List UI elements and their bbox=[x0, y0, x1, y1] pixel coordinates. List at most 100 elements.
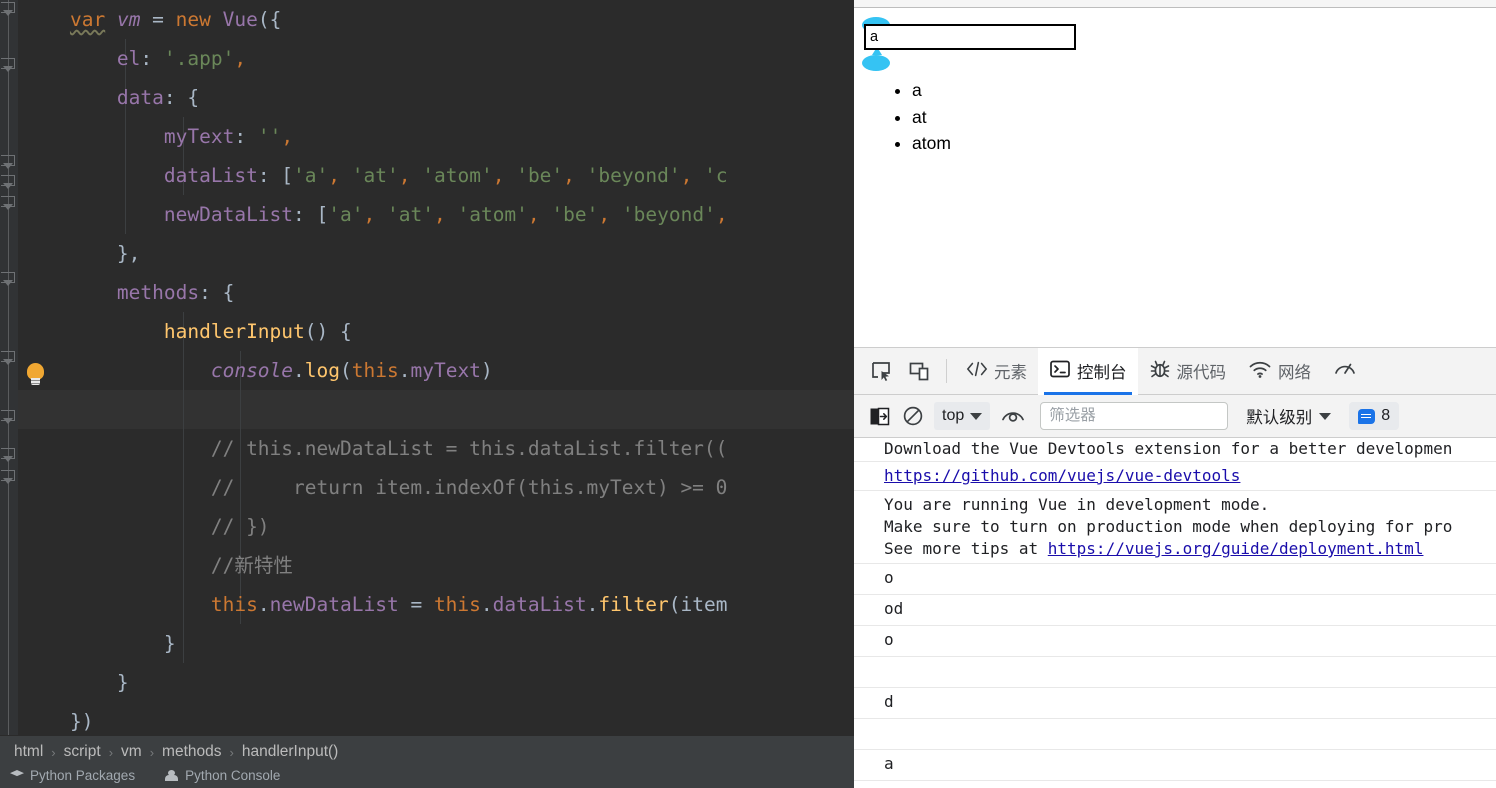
bug-icon bbox=[1149, 359, 1171, 384]
breadcrumb-item-handler[interactable]: handlerInput() bbox=[242, 743, 339, 761]
fold-marker[interactable] bbox=[1, 410, 16, 425]
code-line: el: '.app', bbox=[116, 47, 247, 70]
list-item: atom bbox=[912, 130, 951, 157]
tab-label: 网络 bbox=[1278, 364, 1311, 382]
status-label: Python Console bbox=[185, 768, 281, 783]
list-item: at bbox=[912, 104, 951, 131]
tab-sources[interactable]: 源代码 bbox=[1138, 348, 1238, 395]
fold-marker[interactable] bbox=[1, 155, 16, 170]
console-toolbar: top 默认级别 8 bbox=[854, 395, 1496, 438]
console-prompt[interactable]: › bbox=[854, 781, 1496, 788]
list-item: a bbox=[912, 77, 951, 104]
code-line: var vm = new Vue({ bbox=[69, 8, 282, 31]
console-message: od bbox=[854, 595, 1496, 626]
tab-label: 控制台 bbox=[1077, 364, 1127, 382]
breadcrumb-separator: › bbox=[229, 744, 234, 760]
status-item-python-console[interactable]: Python Console bbox=[165, 768, 280, 783]
breadcrumb-item-html[interactable]: html bbox=[14, 743, 43, 761]
clear-console-icon[interactable] bbox=[896, 401, 930, 431]
level-label: 默认级别 bbox=[1246, 409, 1313, 427]
console-message: d bbox=[854, 688, 1496, 719]
console-text: Download the Vue Devtools extension for … bbox=[884, 439, 1453, 458]
breadcrumb[interactable]: html › script › vm › methods › handlerIn… bbox=[0, 735, 854, 768]
code-line: //新特性 bbox=[210, 554, 293, 577]
fold-marker[interactable] bbox=[1, 196, 16, 211]
console-message: Make sure to turn on production mode whe… bbox=[854, 516, 1496, 538]
console-message: Download the Vue Devtools extension for … bbox=[854, 439, 1496, 462]
code-line: }) bbox=[23, 710, 94, 733]
message-bubble-icon bbox=[1358, 408, 1376, 424]
console-message bbox=[854, 719, 1496, 750]
fold-guide-line bbox=[8, 0, 9, 735]
selection-handle-bottom[interactable] bbox=[862, 47, 890, 71]
code-line: // return item.indexOf(this.myText) >= 0 bbox=[210, 476, 728, 499]
filter-input[interactable] bbox=[1040, 402, 1229, 430]
log-level-dropdown[interactable]: 默认级别 bbox=[1238, 402, 1339, 430]
console-message bbox=[854, 657, 1496, 688]
code-editor[interactable]: var vm = new Vue({ el: '.app', data: { m… bbox=[0, 0, 854, 735]
page-viewport: a at atom bbox=[854, 9, 1496, 347]
breadcrumb-item-vm[interactable]: vm bbox=[121, 743, 142, 761]
code-line: // }) bbox=[210, 515, 270, 538]
context-label: top bbox=[942, 407, 965, 424]
console-text: See more tips at bbox=[884, 539, 1048, 558]
fold-marker[interactable] bbox=[1, 2, 16, 17]
message-count: 8 bbox=[1381, 407, 1391, 424]
fold-marker[interactable] bbox=[1, 448, 16, 463]
ide-window: var vm = new Vue({ el: '.app', data: { m… bbox=[0, 0, 854, 788]
tab-elements[interactable]: 元素 bbox=[955, 348, 1038, 395]
console-output[interactable]: Download the Vue Devtools extension for … bbox=[854, 439, 1496, 788]
console-text: d bbox=[884, 692, 894, 711]
code-line: this.newDataList = this.dataList.filter(… bbox=[210, 593, 728, 616]
console-text: Make sure to turn on production mode whe… bbox=[884, 517, 1453, 536]
code-line: dataList: ['a', 'at', 'atom', 'be', 'bey… bbox=[163, 164, 728, 187]
browser-chrome-bar bbox=[854, 0, 1496, 8]
code-line: handlerInput() { bbox=[163, 320, 352, 343]
code-line: }, bbox=[23, 242, 141, 265]
python-console-icon bbox=[165, 770, 179, 781]
breadcrumb-separator: › bbox=[51, 744, 56, 760]
code-line: } bbox=[23, 632, 176, 655]
fold-marker[interactable] bbox=[1, 351, 16, 366]
execution-context-dropdown[interactable]: top bbox=[934, 402, 991, 430]
code-text-area[interactable]: var vm = new Vue({ el: '.app', data: { m… bbox=[18, 0, 854, 735]
fold-marker[interactable] bbox=[1, 272, 16, 287]
console-text: You are running Vue in development mode. bbox=[884, 495, 1270, 514]
fold-marker[interactable] bbox=[1, 175, 16, 190]
console-message: See more tips at https://vuejs.org/guide… bbox=[854, 538, 1496, 564]
console-message: a bbox=[854, 750, 1496, 781]
console-message: o bbox=[854, 564, 1496, 595]
console-message: You are running Vue in development mode. bbox=[854, 491, 1496, 516]
code-line: } bbox=[23, 671, 129, 694]
fold-marker[interactable] bbox=[1, 58, 16, 73]
console-link[interactable]: https://vuejs.org/guide/deployment.html bbox=[1048, 539, 1424, 558]
toolbar-divider bbox=[946, 359, 947, 383]
fold-marker[interactable] bbox=[1, 470, 16, 485]
inspect-element-icon[interactable] bbox=[862, 352, 900, 390]
code-line: newDataList: ['a', 'at', 'atom', 'be', '… bbox=[163, 203, 728, 226]
console-text: o bbox=[884, 568, 894, 587]
live-expression-icon[interactable] bbox=[996, 401, 1030, 431]
status-item-python-packages[interactable]: Python Packages bbox=[10, 768, 135, 783]
message-count-badge[interactable]: 8 bbox=[1349, 402, 1400, 430]
device-toolbar-icon[interactable] bbox=[900, 352, 938, 390]
wifi-icon bbox=[1248, 359, 1272, 384]
filtered-results-list: a at atom bbox=[854, 77, 951, 157]
code-line: // this.newDataList = this.dataList.filt… bbox=[210, 437, 728, 460]
console-link[interactable]: https://github.com/vuejs/vue-devtools bbox=[884, 466, 1240, 485]
console-sidebar-icon[interactable] bbox=[862, 401, 896, 431]
tab-network[interactable]: 网络 bbox=[1237, 348, 1322, 395]
console-text: o bbox=[884, 630, 894, 649]
console-text: a bbox=[884, 754, 894, 773]
search-input[interactable] bbox=[864, 24, 1076, 50]
code-line: data: { bbox=[116, 86, 200, 109]
screen-root: var vm = new Vue({ el: '.app', data: { m… bbox=[0, 0, 1496, 788]
editor-gutter[interactable] bbox=[0, 0, 18, 735]
tab-console[interactable]: 控制台 bbox=[1038, 347, 1138, 395]
breadcrumb-item-script[interactable]: script bbox=[64, 743, 101, 761]
tab-label: 元素 bbox=[994, 364, 1027, 382]
console-text: od bbox=[884, 599, 904, 618]
tab-performance[interactable] bbox=[1322, 348, 1368, 395]
packages-icon bbox=[10, 770, 24, 777]
breadcrumb-item-methods[interactable]: methods bbox=[162, 743, 221, 761]
